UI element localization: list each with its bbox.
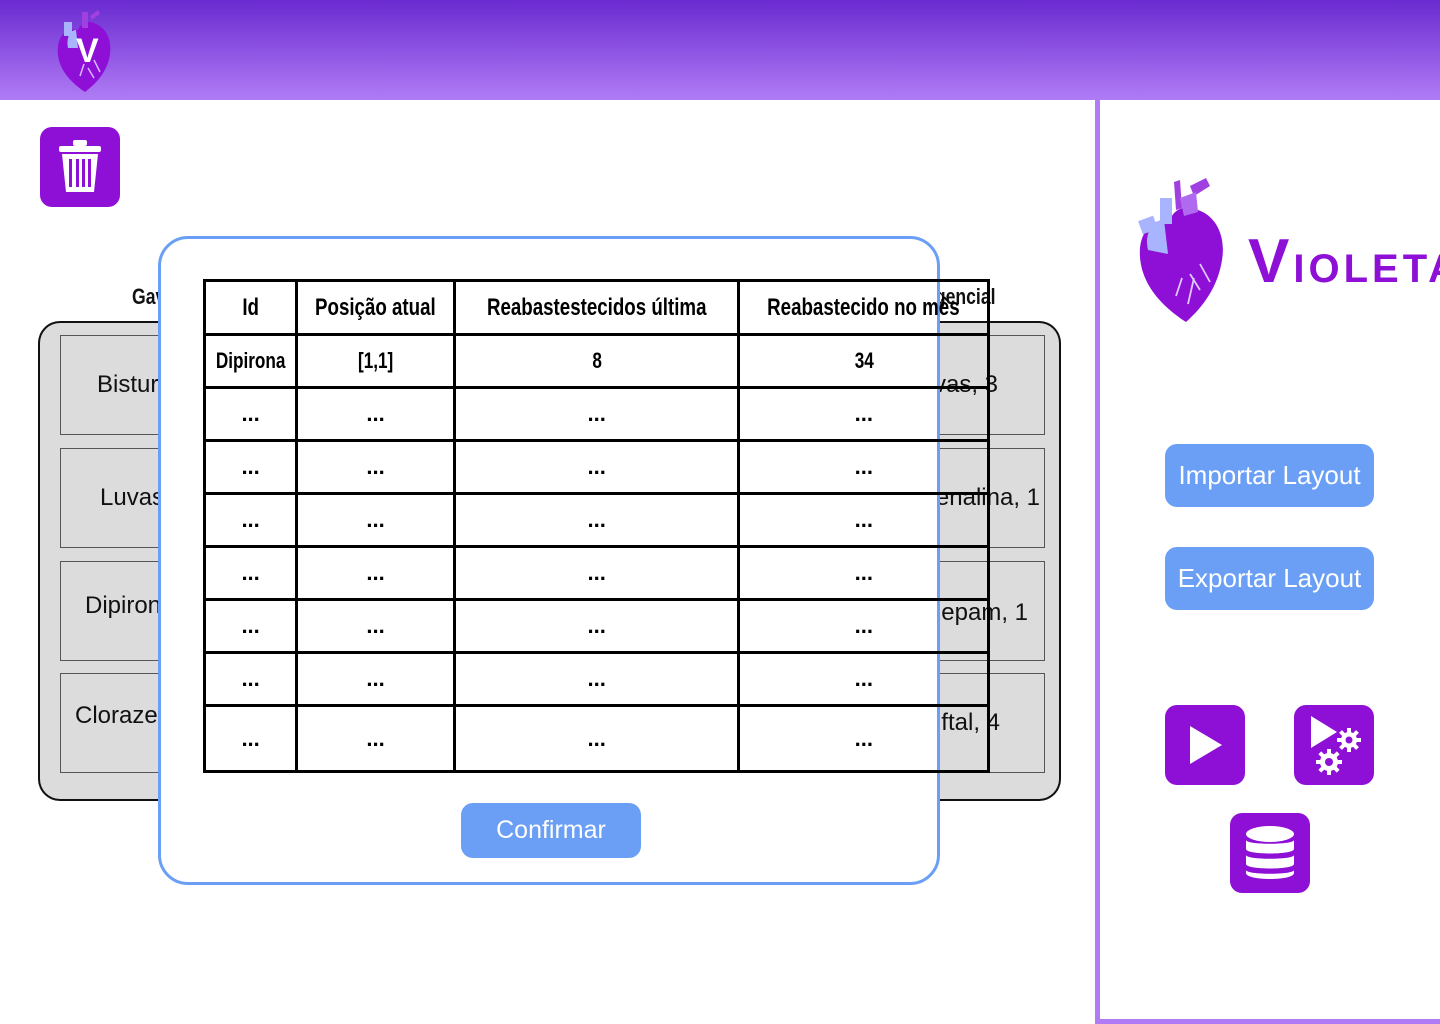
column-header: Posição atual: [295, 279, 456, 336]
table-cell: ...: [295, 439, 456, 495]
table-cell: ...: [202, 492, 299, 548]
play-gears-icon: [1311, 716, 1361, 775]
column-header: Reabastecido no mês: [737, 279, 991, 336]
table-row[interactable]: Dipirona [1,1] 8 34: [202, 333, 991, 389]
table-cell: ...: [202, 439, 299, 495]
table-cell: ...: [452, 492, 741, 548]
table-cell: 8: [452, 333, 741, 389]
table-cell: ...: [295, 704, 456, 773]
table-cell: ...: [737, 386, 991, 442]
table-cell: ...: [737, 598, 991, 654]
play-icon: [1190, 726, 1222, 764]
table-cell: ...: [295, 386, 456, 442]
table-cell: ...: [737, 492, 991, 548]
confirm-button[interactable]: Confirmar: [461, 803, 641, 858]
database-button[interactable]: [1230, 813, 1310, 893]
table-cell: ...: [295, 651, 456, 707]
play-settings-button[interactable]: [1294, 705, 1374, 785]
table-cell: ...: [202, 651, 299, 707]
table-cell: ...: [737, 545, 991, 601]
table-cell: Dipirona: [202, 333, 299, 389]
export-layout-button[interactable]: Exportar Layout: [1165, 547, 1374, 610]
table-cell: ...: [737, 704, 991, 773]
restock-modal: Id Posição atual Reabastestecidos última…: [158, 236, 991, 885]
table-row[interactable]: ... ... ... ...: [202, 439, 991, 495]
trash-icon: [59, 140, 101, 192]
table-cell: ...: [452, 704, 741, 773]
table-row[interactable]: ... ... ... ...: [202, 598, 991, 654]
table-cell: ...: [295, 492, 456, 548]
table-cell: ...: [202, 704, 299, 773]
table-cell: ...: [737, 651, 991, 707]
table-cell: ...: [452, 439, 741, 495]
heart-logo-icon: V: [57, 10, 111, 92]
table-cell: ...: [452, 598, 741, 654]
table-cell: ...: [295, 598, 456, 654]
table-cell: ...: [202, 545, 299, 601]
table-cell: ...: [295, 545, 456, 601]
database-icon: [1246, 826, 1294, 879]
import-layout-button[interactable]: Importar Layout: [1165, 444, 1374, 507]
table-cell: ...: [202, 598, 299, 654]
restock-table: Id Posição atual Reabastestecidos última…: [202, 279, 991, 773]
table-cell: ...: [202, 386, 299, 442]
top-bar: V: [0, 0, 1440, 100]
play-button[interactable]: [1165, 705, 1245, 785]
table-row[interactable]: ... ... ... ...: [202, 386, 991, 442]
table-row[interactable]: ... ... ... ...: [202, 492, 991, 548]
delete-button[interactable]: [40, 127, 120, 207]
table-row[interactable]: ... ... ... ...: [202, 651, 991, 707]
table-cell: ...: [452, 386, 741, 442]
brand-rest: IOLETA: [1293, 247, 1440, 291]
brand-name: VIOLETA: [1248, 226, 1440, 297]
table-header-row: Id Posição atual Reabastestecidos última…: [202, 279, 991, 336]
table-cell: 34: [737, 333, 991, 389]
table-row[interactable]: ... ... ... ...: [202, 545, 991, 601]
column-header: Id: [202, 279, 299, 336]
column-header: Reabastestecidos última: [452, 279, 741, 336]
table-cell: ...: [452, 545, 741, 601]
table-cell: [1,1]: [295, 333, 456, 389]
logo-letter: V: [76, 32, 99, 70]
heart-logo-icon: [1138, 178, 1223, 322]
table-cell: ...: [737, 439, 991, 495]
table-cell: ...: [452, 651, 741, 707]
table-row[interactable]: ... ... ... ...: [202, 704, 991, 773]
brand-initial: V: [1248, 227, 1294, 296]
